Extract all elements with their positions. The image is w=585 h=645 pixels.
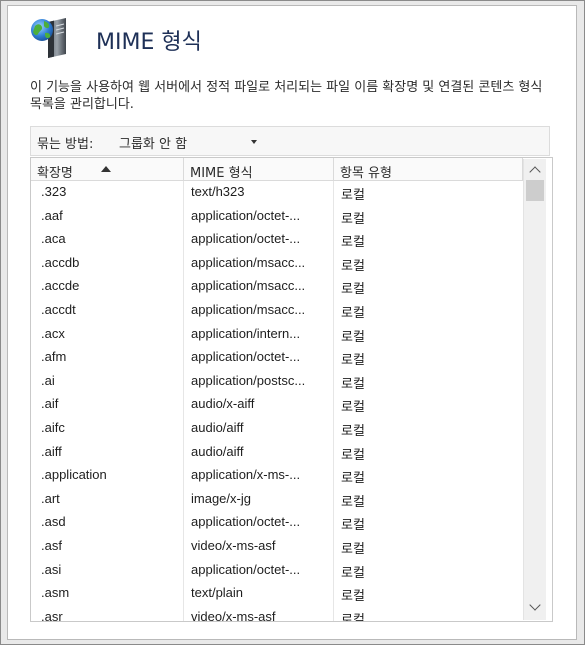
extension-cell: .aca: [41, 231, 66, 247]
mime-type-cell: application/octet-...: [191, 207, 301, 223]
mime-type-cell: text/plain: [191, 585, 244, 601]
table-row[interactable]: .ai application/postsc... 로컬: [31, 370, 521, 394]
column-header-extension[interactable]: 확장명: [31, 158, 184, 181]
extension-cell: .asf: [41, 537, 62, 553]
table-row[interactable]: .asr video/x-ms-asf 로컬: [31, 606, 521, 621]
table-row[interactable]: .art image/x-jg 로컬: [31, 488, 521, 512]
sort-ascending-icon: [101, 166, 111, 172]
table-row[interactable]: .acx application/intern... 로컬: [31, 323, 521, 347]
table-row[interactable]: .application application/x-ms-... 로컬: [31, 464, 521, 488]
table-row[interactable]: .aifc audio/aiff 로컬: [31, 417, 521, 441]
mime-type-cell: image/x-jg: [191, 490, 251, 506]
extension-cell: .aifc: [41, 419, 65, 435]
extension-cell: .asr: [41, 608, 63, 621]
mime-type-cell: video/x-ms-asf: [191, 608, 276, 621]
group-by-label: 묶는 방법:: [37, 137, 94, 152]
extension-cell: .afm: [41, 349, 67, 365]
extension-cell: .aif: [41, 396, 59, 412]
extension-cell: .application: [41, 467, 107, 483]
mime-type-cell: application/x-ms-...: [191, 467, 301, 483]
table-row[interactable]: .aca application/octet-... 로컬: [31, 228, 521, 252]
mime-type-cell: application/postsc...: [191, 372, 306, 388]
column-header-mime-type[interactable]: MIME 형식: [184, 158, 334, 181]
entry-type-cell: 로컬: [341, 494, 365, 510]
table-row[interactable]: .asd application/octet-... 로컬: [31, 511, 521, 535]
table-row[interactable]: .aaf application/octet-... 로컬: [31, 205, 521, 229]
vertical-scrollbar[interactable]: [523, 159, 546, 620]
mime-type-cell: audio/aiff: [191, 443, 244, 459]
entry-type-cell: 로컬: [341, 353, 365, 369]
entry-type-cell: 로컬: [341, 423, 365, 439]
table-row[interactable]: .323 text/h323 로컬: [31, 181, 521, 205]
table-row[interactable]: .afm application/octet-... 로컬: [31, 346, 521, 370]
page-title: MIME 형식: [96, 30, 202, 55]
mime-types-icon: [31, 18, 66, 59]
entry-type-cell: 로컬: [341, 400, 365, 416]
mime-type-cell: application/msacc...: [191, 278, 306, 294]
mime-type-cell: application/msacc...: [191, 254, 306, 270]
table-row[interactable]: .accdb application/msacc... 로컬: [31, 252, 521, 276]
chevron-down-icon: [251, 140, 257, 144]
extension-cell: .aiff: [41, 443, 62, 459]
mime-types-table: 확장명 MIME 형식 항목 유형 .323 text/h323 로컬 .aaf app…: [30, 157, 553, 622]
table-row[interactable]: .aif audio/x-aiff 로컬: [31, 393, 521, 417]
table-row[interactable]: .asm text/plain 로컬: [31, 582, 521, 606]
scrollbar-thumb[interactable]: [526, 180, 544, 201]
column-header-entry-type[interactable]: 항목 유형: [334, 158, 523, 181]
mime-type-cell: audio/x-aiff: [191, 396, 255, 412]
chevron-down-icon: [529, 599, 541, 611]
entry-type-cell: 로컬: [341, 211, 365, 227]
mime-type-cell: audio/aiff: [191, 419, 244, 435]
entry-type-cell: 로컬: [341, 376, 365, 392]
group-by-dropdown[interactable]: 그룹화 안 함: [115, 130, 265, 152]
entry-type-cell: 로컬: [341, 329, 365, 345]
entry-type-cell: 로컬: [341, 235, 365, 251]
entry-type-cell: 로컬: [341, 447, 365, 463]
entry-type-cell: 로컬: [341, 589, 365, 605]
group-by-value: 그룹화 안 함: [119, 137, 188, 152]
mime-type-cell: application/octet-...: [191, 514, 301, 530]
table-row[interactable]: .asf video/x-ms-asf 로컬: [31, 535, 521, 559]
mime-type-cell: application/intern...: [191, 325, 301, 341]
table-body: .323 text/h323 로컬 .aaf application/octet-...…: [31, 181, 521, 621]
chevron-up-icon: [529, 166, 541, 178]
entry-type-cell: 로컬: [341, 258, 365, 274]
extension-cell: .aaf: [41, 207, 63, 223]
scroll-up-button[interactable]: [526, 161, 544, 178]
mime-type-cell: application/msacc...: [191, 301, 306, 317]
scroll-down-button[interactable]: [526, 599, 544, 616]
table-row[interactable]: .aiff audio/aiff 로컬: [31, 441, 521, 465]
group-by-bar: 묶는 방법: 그룹화 안 함: [30, 126, 550, 156]
table-row[interactable]: .accdt application/msacc... 로컬: [31, 299, 521, 323]
mime-type-cell: video/x-ms-asf: [191, 537, 276, 553]
mime-type-cell: application/octet-...: [191, 349, 301, 365]
entry-type-cell: 로컬: [341, 188, 365, 203]
extension-cell: .asm: [41, 585, 70, 601]
entry-type-cell: 로컬: [341, 471, 365, 487]
extension-cell: .asi: [41, 561, 62, 577]
entry-type-cell: 로컬: [341, 612, 365, 621]
extension-cell: .ai: [41, 372, 55, 388]
table-row[interactable]: .asi application/octet-... 로컬: [31, 559, 521, 583]
table-row[interactable]: .accde application/msacc... 로컬: [31, 275, 521, 299]
entry-type-cell: 로컬: [341, 305, 365, 321]
extension-cell: .art: [41, 490, 60, 506]
extension-cell: .asd: [41, 514, 66, 530]
entry-type-cell: 로컬: [341, 518, 365, 534]
extension-cell: .accdt: [41, 301, 76, 317]
mime-type-cell: application/octet-...: [191, 561, 301, 577]
extension-cell: .acx: [41, 325, 65, 341]
extension-cell: .accdb: [41, 254, 80, 270]
entry-type-cell: 로컬: [341, 541, 365, 557]
extension-cell: .323: [41, 184, 67, 199]
page-description: 이 기능을 사용하여 웹 서버에서 정적 파일로 처리되는 파일 이름 확장명 …: [30, 80, 543, 112]
entry-type-cell: 로컬: [341, 565, 365, 581]
mime-type-cell: text/h323: [191, 184, 245, 199]
mime-type-cell: application/octet-...: [191, 231, 301, 247]
entry-type-cell: 로컬: [341, 282, 365, 298]
extension-cell: .accde: [41, 278, 80, 294]
